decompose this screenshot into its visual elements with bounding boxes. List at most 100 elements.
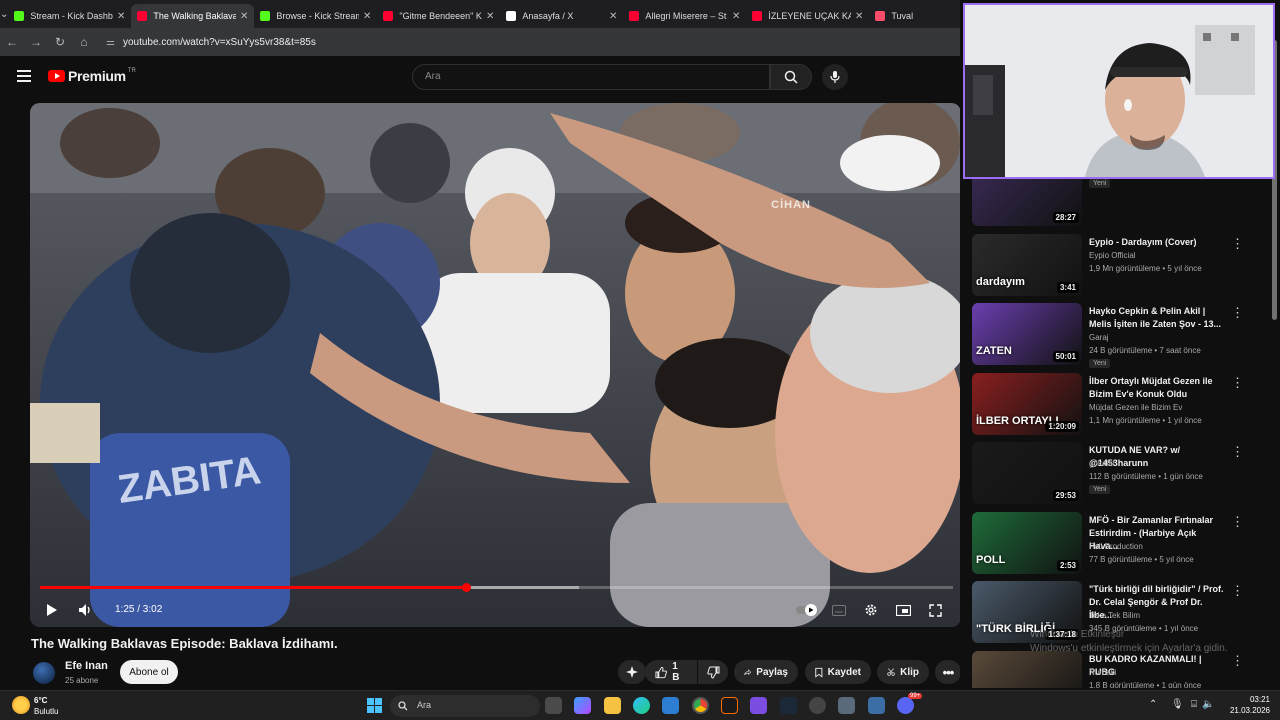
network-icon[interactable]: ⌸ — [1191, 699, 1197, 710]
recommendation-item[interactable]: 29:53 KUTUDA NE VAR? w/ @1453harunn gokala… — [970, 442, 1270, 504]
search-button[interactable] — [770, 64, 812, 90]
subtitles-button[interactable] — [827, 598, 851, 622]
recommendation-thumbnail[interactable]: PUBG26:43 — [972, 650, 1082, 688]
back-icon[interactable]: ← — [0, 28, 24, 56]
recommendation-item[interactable]: PUBG26:43BU KADRO KAZANMALI! | PUBGNurba… — [970, 650, 1270, 688]
home-icon[interactable]: ⌂ — [72, 28, 96, 56]
video-player[interactable]: ZABITA CİHAN 1:25 / 3:02 — [30, 103, 961, 627]
sparkle-button[interactable] — [618, 660, 646, 684]
chrome-icon[interactable] — [692, 697, 709, 714]
youtube-logo[interactable]: Premium TR — [48, 68, 136, 84]
menu-icon[interactable] — [17, 70, 31, 85]
recommendation-item[interactable]: POLL 2:53 MFÖ - Bir Zamanlar Fırtınalar Es… — [970, 511, 1270, 574]
url-field[interactable]: ⚌ youtube.com/watch?v=xSuYys5vr38&t=85s — [106, 37, 316, 48]
browser-tab[interactable]: İZLEYENE UÇAK KALI ✕ — [746, 4, 869, 28]
more-dots-icon: ••• — [942, 664, 955, 680]
recommendation-item[interactable]: İLBER ORTAYLI 1:20:09 İlber Ortaylı Müjdat… — [970, 372, 1270, 435]
terminal-icon[interactable] — [721, 697, 738, 714]
steam-icon[interactable] — [780, 697, 797, 714]
browser-tab[interactable]: Stream - Kick Dashbo ✕ — [8, 4, 131, 28]
browser-tab[interactable]: Browse - Kick Stream ✕ — [254, 4, 377, 28]
more-options-icon[interactable]: ⋮ — [1231, 375, 1244, 391]
browser-tab[interactable]: Allegri Miserere – St ✕ — [623, 4, 746, 28]
save-button[interactable]: Kaydet — [805, 660, 871, 684]
tab-label: "Gitme Bendeeen" Ki — [399, 11, 482, 21]
subtitles-icon — [832, 604, 846, 616]
progress-bar[interactable] — [40, 583, 953, 592]
voice-search-button[interactable] — [822, 64, 848, 90]
fullscreen-button[interactable] — [923, 598, 947, 622]
recommendation-item[interactable]: ZATEN 50:01 Hayko Cepkin & Pelin Akil | Me… — [970, 303, 1270, 368]
more-options-icon[interactable]: ⋮ — [1231, 444, 1244, 460]
clip-button[interactable]: Klip — [877, 660, 929, 684]
recommendation-thumbnail[interactable]: İLBER ORTAYLI 1:20:09 — [972, 372, 1082, 435]
start-button[interactable] — [367, 698, 382, 713]
more-options-icon[interactable]: ⋮ — [1231, 305, 1244, 321]
channel-avatar[interactable] — [33, 662, 55, 684]
recommendation-item[interactable]: dardayım 3:41 Eypio - Dardayım (Cover) Eypi… — [970, 233, 1270, 296]
channel-name[interactable]: Efe Inan — [65, 660, 108, 672]
tab-close-icon[interactable]: ✕ — [363, 11, 371, 22]
volume-button[interactable] — [73, 598, 97, 622]
youtube-play-icon — [48, 70, 65, 82]
edge-icon[interactable] — [633, 697, 650, 714]
app2-icon[interactable] — [868, 697, 885, 714]
autoplay-toggle[interactable] — [796, 598, 820, 622]
dislike-button[interactable] — [698, 660, 728, 684]
clock[interactable]: 03:21 21.03.2026 — [1218, 694, 1270, 716]
more-options-icon[interactable]: ⋮ — [1231, 514, 1244, 530]
browser-tab[interactable]: Anasayfa / X ✕ — [500, 4, 623, 28]
recommendation-title[interactable]: Eypio - Dardayım (Cover) — [1089, 236, 1225, 249]
tab-close-icon[interactable]: ✕ — [117, 11, 125, 22]
settings-button[interactable] — [859, 598, 883, 622]
recommendation-thumbnail[interactable]: ZATEN 50:01 — [972, 303, 1082, 365]
forward-icon[interactable]: → — [24, 28, 48, 56]
site-info-icon[interactable]: ⚌ — [106, 37, 115, 48]
recommendation-title[interactable]: Hayko Cepkin & Pelin Akil | Melis İşiten… — [1089, 305, 1225, 331]
recommendation-thumbnail[interactable]: 28:27 — [972, 178, 1082, 226]
recommendation-title[interactable]: İlber Ortaylı Müjdat Gezen ile Bizim Ev'… — [1089, 375, 1225, 401]
weather-icon[interactable] — [12, 696, 30, 714]
share-button[interactable]: Paylaş — [734, 660, 798, 684]
taskbar-search[interactable]: Ara — [390, 695, 540, 717]
more-options-icon[interactable]: ⋮ — [1231, 236, 1244, 252]
new-badge: Yeni — [1089, 179, 1111, 188]
tab-close-icon[interactable]: ✕ — [855, 11, 863, 22]
url-text: youtube.com/watch?v=xSuYys5vr38&t=85s — [122, 36, 316, 48]
new-badge: Yeni — [1089, 485, 1111, 494]
region-code: TR — [127, 68, 136, 74]
play-button[interactable] — [40, 598, 64, 622]
more-options-icon[interactable]: ⋮ — [1231, 583, 1244, 599]
browser-tab[interactable]: The Walking Baklava ✕ — [131, 4, 255, 28]
tab-close-icon[interactable]: ✕ — [486, 11, 494, 22]
settings-app-icon[interactable] — [838, 697, 855, 714]
store-icon[interactable] — [662, 697, 679, 714]
browser-tab[interactable]: "Gitme Bendeeen" Ki ✕ — [377, 4, 500, 28]
like-button[interactable]: 1 B — [645, 660, 697, 684]
copilot-icon[interactable] — [574, 697, 591, 714]
recommendation-item[interactable]: 28:2761 B görüntüleme • 9 saat önceYeni — [970, 178, 1270, 226]
speaker-icon[interactable]: 🔈 — [1202, 699, 1214, 710]
tray-chevron-icon[interactable]: ⌃ — [1149, 699, 1157, 710]
recommendation-thumbnail[interactable]: dardayım 3:41 — [972, 233, 1082, 296]
weather-widget[interactable]: 6°C Bulutlu — [34, 695, 58, 717]
more-options-icon[interactable]: ⋮ — [1231, 653, 1244, 669]
tab-close-icon[interactable]: ✕ — [609, 11, 617, 22]
tab-close-icon[interactable]: ✕ — [732, 11, 740, 22]
obs-icon[interactable] — [809, 697, 826, 714]
discord-icon[interactable] — [897, 697, 914, 714]
microphone-tray-icon[interactable]: 🎙 — [1171, 699, 1184, 710]
file-explorer-icon[interactable] — [604, 697, 621, 714]
subscribe-button[interactable]: Abone ol — [120, 660, 178, 684]
tab-search-chevron-icon[interactable]: ⌄ — [0, 0, 8, 28]
search-input[interactable]: Ara — [412, 64, 770, 90]
tab-close-icon[interactable]: ✕ — [240, 11, 248, 22]
task-view-icon[interactable] — [545, 697, 562, 714]
miniplayer-button[interactable] — [891, 598, 915, 622]
app-icon[interactable] — [750, 697, 767, 714]
video-duration: 1:20:09 — [1045, 420, 1079, 432]
recommendation-thumbnail[interactable]: POLL 2:53 — [972, 511, 1082, 574]
reload-icon[interactable]: ↻ — [48, 28, 72, 56]
more-actions-button[interactable]: ••• — [935, 660, 961, 684]
recommendation-thumbnail[interactable]: 29:53 — [972, 442, 1082, 504]
